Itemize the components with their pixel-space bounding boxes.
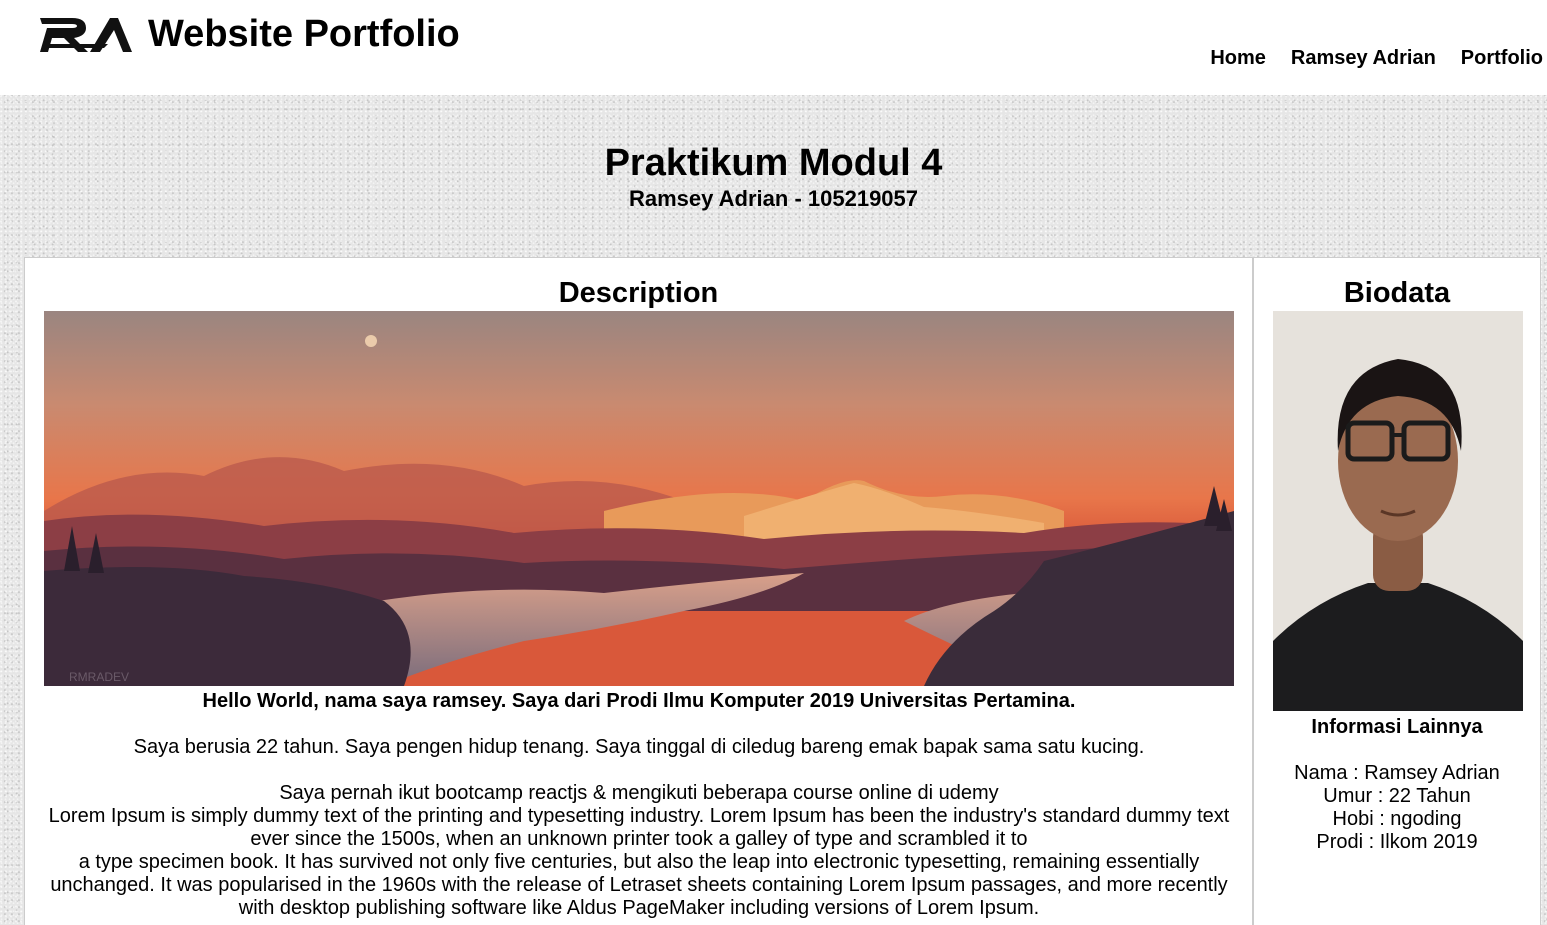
lorem-paragraph-1: Lorem Ipsum is simply dummy text of the … xyxy=(48,805,1230,850)
bio-hobi: Hobi : ngoding xyxy=(1332,808,1462,830)
nav-portfolio-link[interactable]: Portfolio xyxy=(1461,46,1543,70)
bootcamp-line: Saya pernah ikut bootcamp reactjs & meng… xyxy=(279,782,999,804)
bio-umur: Umur : 22 Tahun xyxy=(1323,785,1471,807)
lorem-paragraph-2: a type specimen book. It has survived no… xyxy=(50,851,1228,919)
informasi-lainnya: Informasi Lainnya xyxy=(1311,716,1483,738)
biodata-info: Informasi Lainnya Nama : Ramsey Adrian U… xyxy=(1254,716,1540,854)
top-header: Website Portfolio Home Ramsey Adrian Por… xyxy=(0,0,1547,95)
nav-ramsey-adrian-link[interactable]: Ramsey Adrian xyxy=(1291,46,1436,70)
nav-home-link[interactable]: Home xyxy=(1210,46,1266,70)
biodata-panel: Biodata Informasi Lainnya Nama : Ramsey … xyxy=(1253,257,1541,925)
bio-prodi: Prodi : Ilkom 2019 xyxy=(1316,831,1478,853)
page-subtitle: Ramsey Adrian - 105219057 xyxy=(628,186,919,211)
site-title: Website Portfolio xyxy=(148,13,460,55)
ra-logo[interactable] xyxy=(38,14,134,56)
main-nav: Home Ramsey Adrian Portfolio xyxy=(1210,46,1543,70)
artist-signature: RMRADEV xyxy=(69,670,129,684)
page-title: Praktikum Modul 4 xyxy=(604,142,943,184)
profile-photo xyxy=(1273,311,1523,711)
bio-nama: Nama : Ramsey Adrian xyxy=(1294,762,1500,784)
description-heading: Description xyxy=(558,277,719,309)
description-text: Hello World, nama saya ramsey. Saya dari… xyxy=(44,690,1234,920)
biodata-heading: Biodata xyxy=(1343,277,1451,309)
description-panel: Description RMRADEV Hello World, nama sa… xyxy=(24,257,1253,925)
about-paragraph: Saya berusia 22 tahun. Saya pengen hidup… xyxy=(133,736,1145,758)
landscape-image: RMRADEV xyxy=(44,311,1234,686)
intro-text: Hello World, nama saya ramsey. Saya dari… xyxy=(202,690,1076,712)
hero-section: Praktikum Modul 4 Ramsey Adrian - 105219… xyxy=(0,140,1547,212)
